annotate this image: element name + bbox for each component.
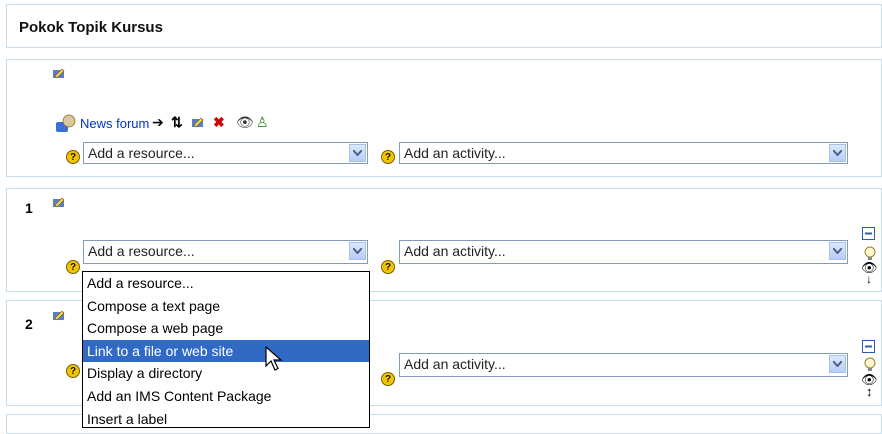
dropdown-option[interactable]: Add a resource... — [83, 272, 369, 295]
dropdown-option[interactable]: Compose a web page — [83, 317, 369, 340]
move-down-icon[interactable]: ↓ — [866, 272, 872, 286]
add-activity-select[interactable]: Add an activity... — [399, 240, 848, 264]
section-number: 2 — [25, 316, 33, 332]
dropdown-option[interactable]: Display a directory — [83, 362, 369, 385]
add-resource-select[interactable]: Add a resource... — [83, 240, 368, 264]
dropdown-option[interactable]: Insert a label — [83, 408, 369, 427]
add-activity-select[interactable]: Add an activity... — [399, 353, 848, 377]
add-activity-select-value: Add an activity... — [404, 243, 506, 259]
forum-icon — [56, 114, 76, 132]
add-activity-select[interactable]: Add an activity... — [399, 142, 848, 164]
help-icon[interactable]: ? — [381, 150, 395, 164]
add-resource-select-value: Add a resource... — [88, 145, 195, 161]
edit-icon[interactable] — [52, 67, 66, 81]
add-resource-dropdown-list[interactable]: Add a resource... Compose a text page Co… — [82, 271, 370, 428]
move-updown-icon[interactable]: ↕ — [866, 384, 873, 399]
collapse-icon[interactable] — [862, 340, 875, 353]
dropdown-option[interactable]: Add an IMS Content Package — [83, 385, 369, 408]
chevron-down-icon[interactable] — [829, 144, 846, 162]
groups-icon[interactable]: ♙ — [256, 114, 269, 130]
page-title: Pokok Topik Kursus — [19, 19, 163, 36]
help-icon[interactable]: ? — [381, 372, 395, 386]
chevron-down-icon[interactable] — [349, 144, 366, 162]
dropdown-option-selected[interactable]: Link to a file or web site — [83, 339, 369, 363]
lightbulb-icon[interactable] — [864, 357, 876, 373]
chevron-down-icon[interactable] — [829, 355, 846, 373]
chevron-down-icon[interactable] — [349, 242, 366, 260]
help-icon[interactable]: ? — [66, 150, 80, 164]
delete-icon[interactable]: ✖ — [213, 114, 225, 130]
dropdown-option[interactable]: Compose a text page — [83, 295, 369, 318]
add-activity-select-value: Add an activity... — [404, 356, 506, 372]
help-icon[interactable]: ? — [66, 364, 80, 378]
news-forum-link[interactable]: News forum — [80, 116, 149, 131]
updown-icon[interactable]: ⇅ — [171, 114, 183, 130]
edit-icon[interactable] — [52, 196, 66, 210]
collapse-icon[interactable] — [862, 227, 875, 240]
eye-icon[interactable]: 👁 — [236, 114, 254, 130]
mouse-cursor-icon — [265, 346, 283, 371]
section-number: 1 — [25, 200, 33, 216]
edit-icon[interactable] — [52, 309, 66, 323]
add-resource-select[interactable]: Add a resource... — [83, 142, 368, 164]
add-activity-select-value: Add an activity... — [404, 145, 506, 161]
move-arrow-icon[interactable]: ➔ — [152, 114, 164, 130]
edit-icon[interactable] — [191, 116, 205, 130]
add-resource-select-value: Add a resource... — [88, 243, 195, 259]
chevron-down-icon[interactable] — [829, 242, 846, 260]
help-icon[interactable]: ? — [381, 260, 395, 274]
help-icon[interactable]: ? — [66, 260, 80, 274]
